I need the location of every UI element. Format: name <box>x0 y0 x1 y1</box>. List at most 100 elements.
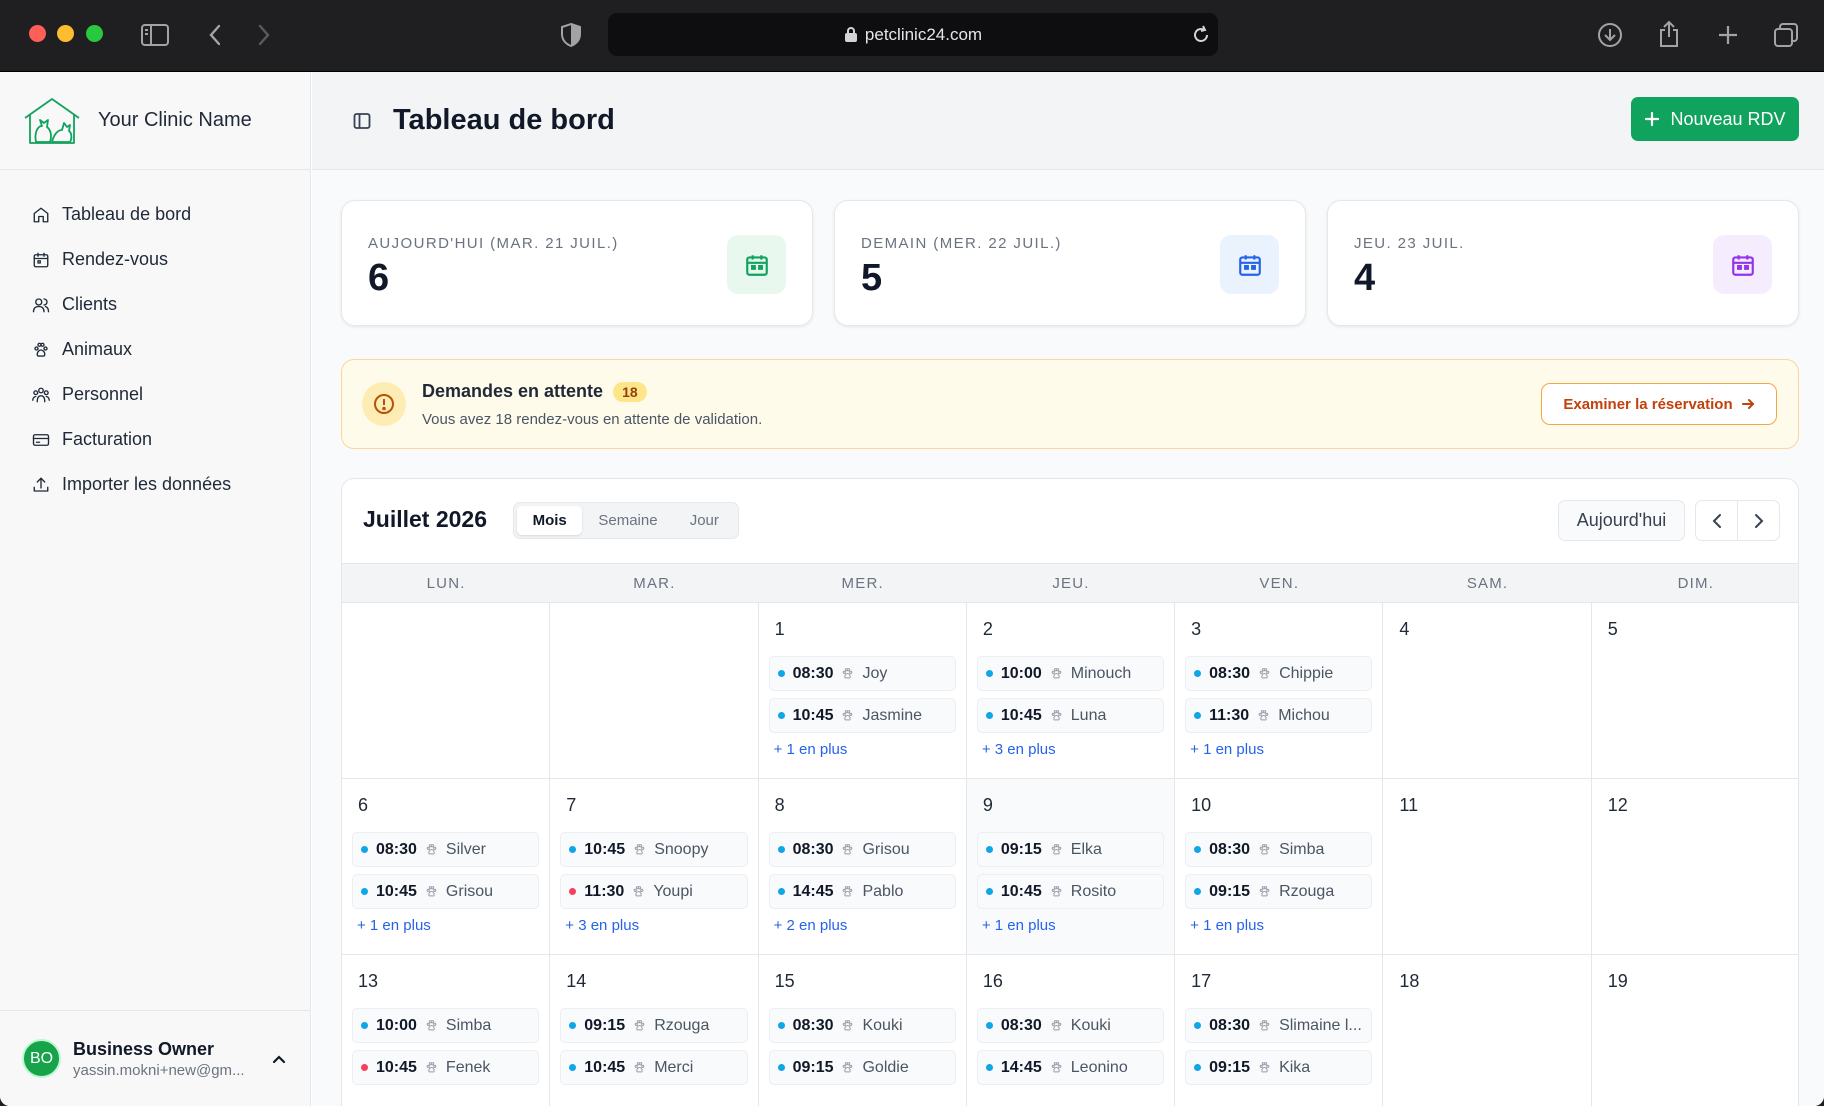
shield-icon[interactable] <box>558 20 584 50</box>
appointment-event[interactable]: 14:45 Leonino <box>976 1050 1165 1085</box>
calendar-day-cell[interactable]: 10 08:30 Simba 09:15 Rzouga + 1 en plus <box>1175 779 1384 954</box>
sidebar-item-import[interactable]: Importer les données <box>0 462 310 507</box>
calendar-day-cell[interactable] <box>550 603 759 778</box>
more-events-link[interactable]: + 2 en plus <box>769 917 956 934</box>
close-window-button[interactable] <box>29 25 46 42</box>
sidebar-item-billing[interactable]: Facturation <box>0 417 310 462</box>
stat-card-today[interactable]: AUJOURD'HUI (MAR. 21 JUIL.) 6 <box>341 200 813 326</box>
appointment-event[interactable]: 08:30 Slimaine l... <box>1185 1008 1373 1043</box>
more-events-link[interactable]: + 3 en plus <box>560 917 747 934</box>
more-events-link[interactable]: + 1 en plus <box>1185 741 1372 758</box>
forward-icon[interactable] <box>252 20 276 50</box>
appointment-event[interactable]: 10:45 Jasmine <box>768 698 956 733</box>
minimize-window-button[interactable] <box>57 25 74 42</box>
maximize-window-button[interactable] <box>86 25 103 42</box>
appointment-event[interactable]: 08:30 Simba <box>1185 832 1373 867</box>
calendar-day-cell[interactable]: 6 08:30 Silver 10:45 Grisou + 1 en plus <box>342 779 551 954</box>
appointment-event[interactable]: 08:30 Grisou <box>768 832 956 867</box>
clinic-brand[interactable]: Your Clinic Name <box>0 72 310 170</box>
back-icon[interactable] <box>203 20 227 50</box>
chevron-up-icon[interactable] <box>271 1051 287 1067</box>
review-booking-button[interactable]: Examiner la réservation <box>1541 383 1777 425</box>
sidebar-item-appointments[interactable]: Rendez-vous <box>0 237 310 282</box>
appointment-event[interactable]: 09:15 Kika <box>1185 1050 1373 1085</box>
appointment-event[interactable]: 08:30 Silver <box>352 832 540 867</box>
appointment-event[interactable]: 08:30 Chippie <box>1185 656 1373 691</box>
appointment-event[interactable]: 10:45 Luna <box>976 698 1165 733</box>
calendar-day-cell[interactable] <box>342 603 551 778</box>
calendar-day-cell[interactable]: 17 08:30 Slimaine l... 09:15 Kika <box>1175 955 1384 1106</box>
tab-overview-icon[interactable] <box>1771 20 1801 50</box>
calendar-day-cell[interactable]: 11 <box>1383 779 1592 954</box>
calendar-day-cell[interactable]: 5 <box>1592 603 1798 778</box>
today-button[interactable]: Aujourd'hui <box>1558 500 1685 541</box>
appointment-event[interactable]: 09:15 Elka <box>976 832 1165 867</box>
appointment-event[interactable]: 08:30 Kouki <box>976 1008 1165 1043</box>
appointment-event[interactable]: 14:45 Pablo <box>768 874 956 909</box>
stat-card-day-after[interactable]: JEU. 23 JUIL. 4 <box>1327 200 1799 326</box>
more-events-link[interactable]: + 3 en plus <box>977 741 1164 758</box>
calendar-day-cell[interactable]: 12 <box>1592 779 1798 954</box>
sidebar-collapse-icon[interactable] <box>353 112 371 130</box>
user-menu[interactable]: BO Business Owner yassin.mokni+new@gm... <box>0 1010 311 1106</box>
view-week-button[interactable]: Semaine <box>582 506 673 535</box>
more-events-link[interactable]: + 1 en plus <box>769 741 956 758</box>
stat-card-tomorrow[interactable]: DEMAIN (MER. 22 JUIL.) 5 <box>834 200 1306 326</box>
calendar-day-cell[interactable]: 2 10:00 Minouch 10:45 Luna + 3 en plus <box>967 603 1176 778</box>
view-day-button[interactable]: Jour <box>674 506 735 535</box>
calendar-day-cell[interactable]: 14 09:15 Rzouga 10:45 Merci <box>550 955 759 1106</box>
new-appointment-button[interactable]: Nouveau RDV <box>1631 97 1799 141</box>
appointment-event[interactable]: 09:15 Rzouga <box>560 1008 748 1043</box>
calendar-day-cell[interactable]: 9 09:15 Elka 10:45 Rosito + 1 en plus <box>966 779 1176 954</box>
calendar-day-cell[interactable]: 4 <box>1383 603 1592 778</box>
appointment-event[interactable]: 09:15 Goldie <box>768 1050 956 1085</box>
calendar-day-cell[interactable]: 3 08:30 Chippie 11:30 Michou + 1 en plus <box>1175 603 1384 778</box>
next-month-button[interactable] <box>1737 500 1780 541</box>
appointment-event[interactable]: 10:00 Minouch <box>976 656 1165 691</box>
new-tab-icon[interactable] <box>1713 20 1743 50</box>
calendar-day-cell[interactable]: 19 <box>1592 955 1798 1106</box>
sidebar-item-staff[interactable]: Personnel <box>0 372 310 417</box>
calendar-day-cell[interactable]: 13 10:00 Simba 10:45 Fenek <box>342 955 551 1106</box>
appointment-event[interactable]: 09:15 Rzouga <box>1185 874 1373 909</box>
calendar-day-cell[interactable]: 16 08:30 Kouki 14:45 Leonino <box>967 955 1176 1106</box>
appointment-event[interactable]: 10:00 Simba <box>352 1008 540 1043</box>
sidebar-item-dashboard[interactable]: Tableau de bord <box>0 192 310 237</box>
weekday-label: JEU. <box>1052 574 1090 592</box>
appointment-event[interactable]: 08:30 Kouki <box>768 1008 956 1043</box>
sidebar-toggle-icon[interactable] <box>138 20 172 50</box>
more-events-link[interactable]: + 1 en plus <box>977 917 1164 934</box>
appointment-event[interactable]: 10:45 Rosito <box>976 874 1165 909</box>
upload-icon <box>33 477 49 492</box>
prev-month-button[interactable] <box>1695 500 1738 541</box>
appointment-event[interactable]: 08:30 Joy <box>768 656 956 691</box>
reload-icon[interactable] <box>1188 22 1214 48</box>
stat-label: JEU. 23 JUIL. <box>1354 235 1465 252</box>
weekday-header: LUN. MAR. MER. JEU. VEN. SAM. DIM. <box>342 563 1798 603</box>
chevron-left-icon <box>1712 513 1721 528</box>
calendar-day-cell[interactable]: 7 10:45 Snoopy 11:30 Youpi + 3 en plus <box>550 779 759 954</box>
appointment-event[interactable]: 11:30 Youpi <box>560 874 748 909</box>
pet-name: Jasmine <box>862 706 923 724</box>
appointment-event[interactable]: 10:45 Fenek <box>352 1050 540 1085</box>
address-bar[interactable]: petclinic24.com <box>608 13 1218 56</box>
appointment-event[interactable]: 10:45 Merci <box>560 1050 748 1085</box>
more-events-link[interactable]: + 1 en plus <box>352 917 539 934</box>
more-events-link[interactable]: + 1 en plus <box>1185 917 1372 934</box>
calendar-day-cell[interactable]: 1 08:30 Joy 10:45 Jasmine + 1 en plus <box>759 603 967 778</box>
view-month-button[interactable]: Mois <box>517 506 583 535</box>
sidebar-item-clients[interactable]: Clients <box>0 282 310 327</box>
appointment-event[interactable]: 10:45 Grisou <box>352 874 540 909</box>
alert-subtitle: Vous avez 18 rendez-vous en attente de v… <box>422 411 763 428</box>
pet-name: Rosito <box>1070 882 1117 900</box>
sidebar-item-label: Importer les données <box>62 474 232 494</box>
appointment-event[interactable]: 11:30 Michou <box>1185 698 1373 733</box>
calendar-day-cell[interactable]: 18 <box>1383 955 1592 1106</box>
share-icon[interactable] <box>1654 18 1684 50</box>
appointment-event[interactable]: 10:45 Snoopy <box>560 832 748 867</box>
calendar-day-cell[interactable]: 15 08:30 Kouki 09:15 Goldie <box>759 955 967 1106</box>
sidebar-item-animals[interactable]: Animaux <box>0 327 310 372</box>
calendar-day-cell[interactable]: 8 08:30 Grisou 14:45 Pablo + 2 en plus <box>759 779 967 954</box>
sidebar-item-label: Personnel <box>62 384 144 404</box>
download-icon[interactable] <box>1595 20 1625 50</box>
